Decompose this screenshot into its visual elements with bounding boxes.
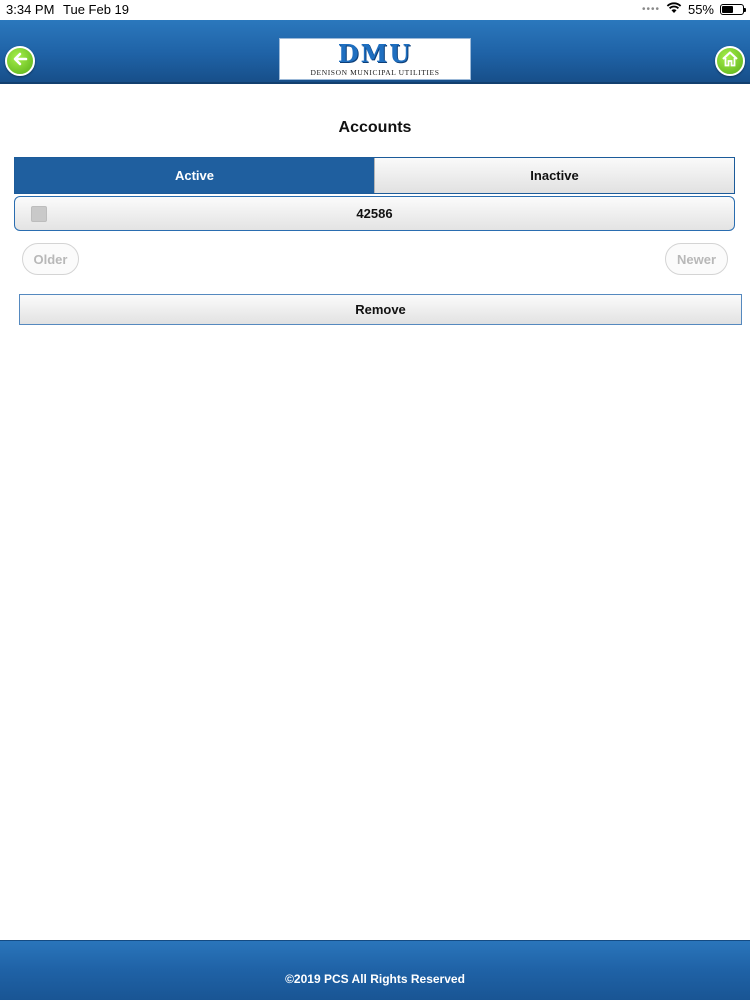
- status-indicators: •••• 55%: [641, 2, 746, 17]
- newer-button[interactable]: Newer: [665, 243, 728, 275]
- home-icon: [721, 50, 739, 73]
- back-button[interactable]: [5, 46, 35, 76]
- status-time: 3:34 PM: [6, 2, 55, 17]
- app-footer: ©2019 PCS All Rights Reserved: [0, 940, 750, 1000]
- account-status-tabs: Active Inactive: [14, 157, 735, 194]
- app-screen: 3:34 PM Tue Feb 19 •••• 55% DMU DENISON …: [0, 0, 750, 1000]
- account-number: 42586: [356, 206, 393, 221]
- dmu-logo: DMU DENISON MUNICIPAL UTILITIES: [279, 38, 471, 80]
- multitasking-dots: ••••: [641, 4, 660, 15]
- page-title: Accounts: [338, 119, 412, 136]
- account-list-item[interactable]: 42586: [14, 196, 735, 231]
- logo-subtitle: DENISON MUNICIPAL UTILITIES: [310, 67, 440, 77]
- status-date: Tue Feb 19: [63, 2, 130, 17]
- tab-active[interactable]: Active: [15, 158, 374, 193]
- wifi-icon: [666, 2, 682, 17]
- account-checkbox[interactable]: [31, 206, 47, 222]
- tab-inactive[interactable]: Inactive: [374, 158, 734, 193]
- copyright-text: ©2019 PCS All Rights Reserved: [285, 972, 465, 986]
- older-button[interactable]: Older: [22, 243, 79, 275]
- home-button[interactable]: [715, 46, 745, 76]
- battery-percent: 55%: [687, 2, 714, 17]
- battery-icon: [720, 4, 746, 15]
- remove-button[interactable]: Remove: [19, 294, 742, 325]
- logo-mark: DMU: [337, 38, 413, 68]
- back-arrow-icon: [11, 50, 29, 73]
- status-bar: 3:34 PM Tue Feb 19 •••• 55%: [0, 0, 750, 20]
